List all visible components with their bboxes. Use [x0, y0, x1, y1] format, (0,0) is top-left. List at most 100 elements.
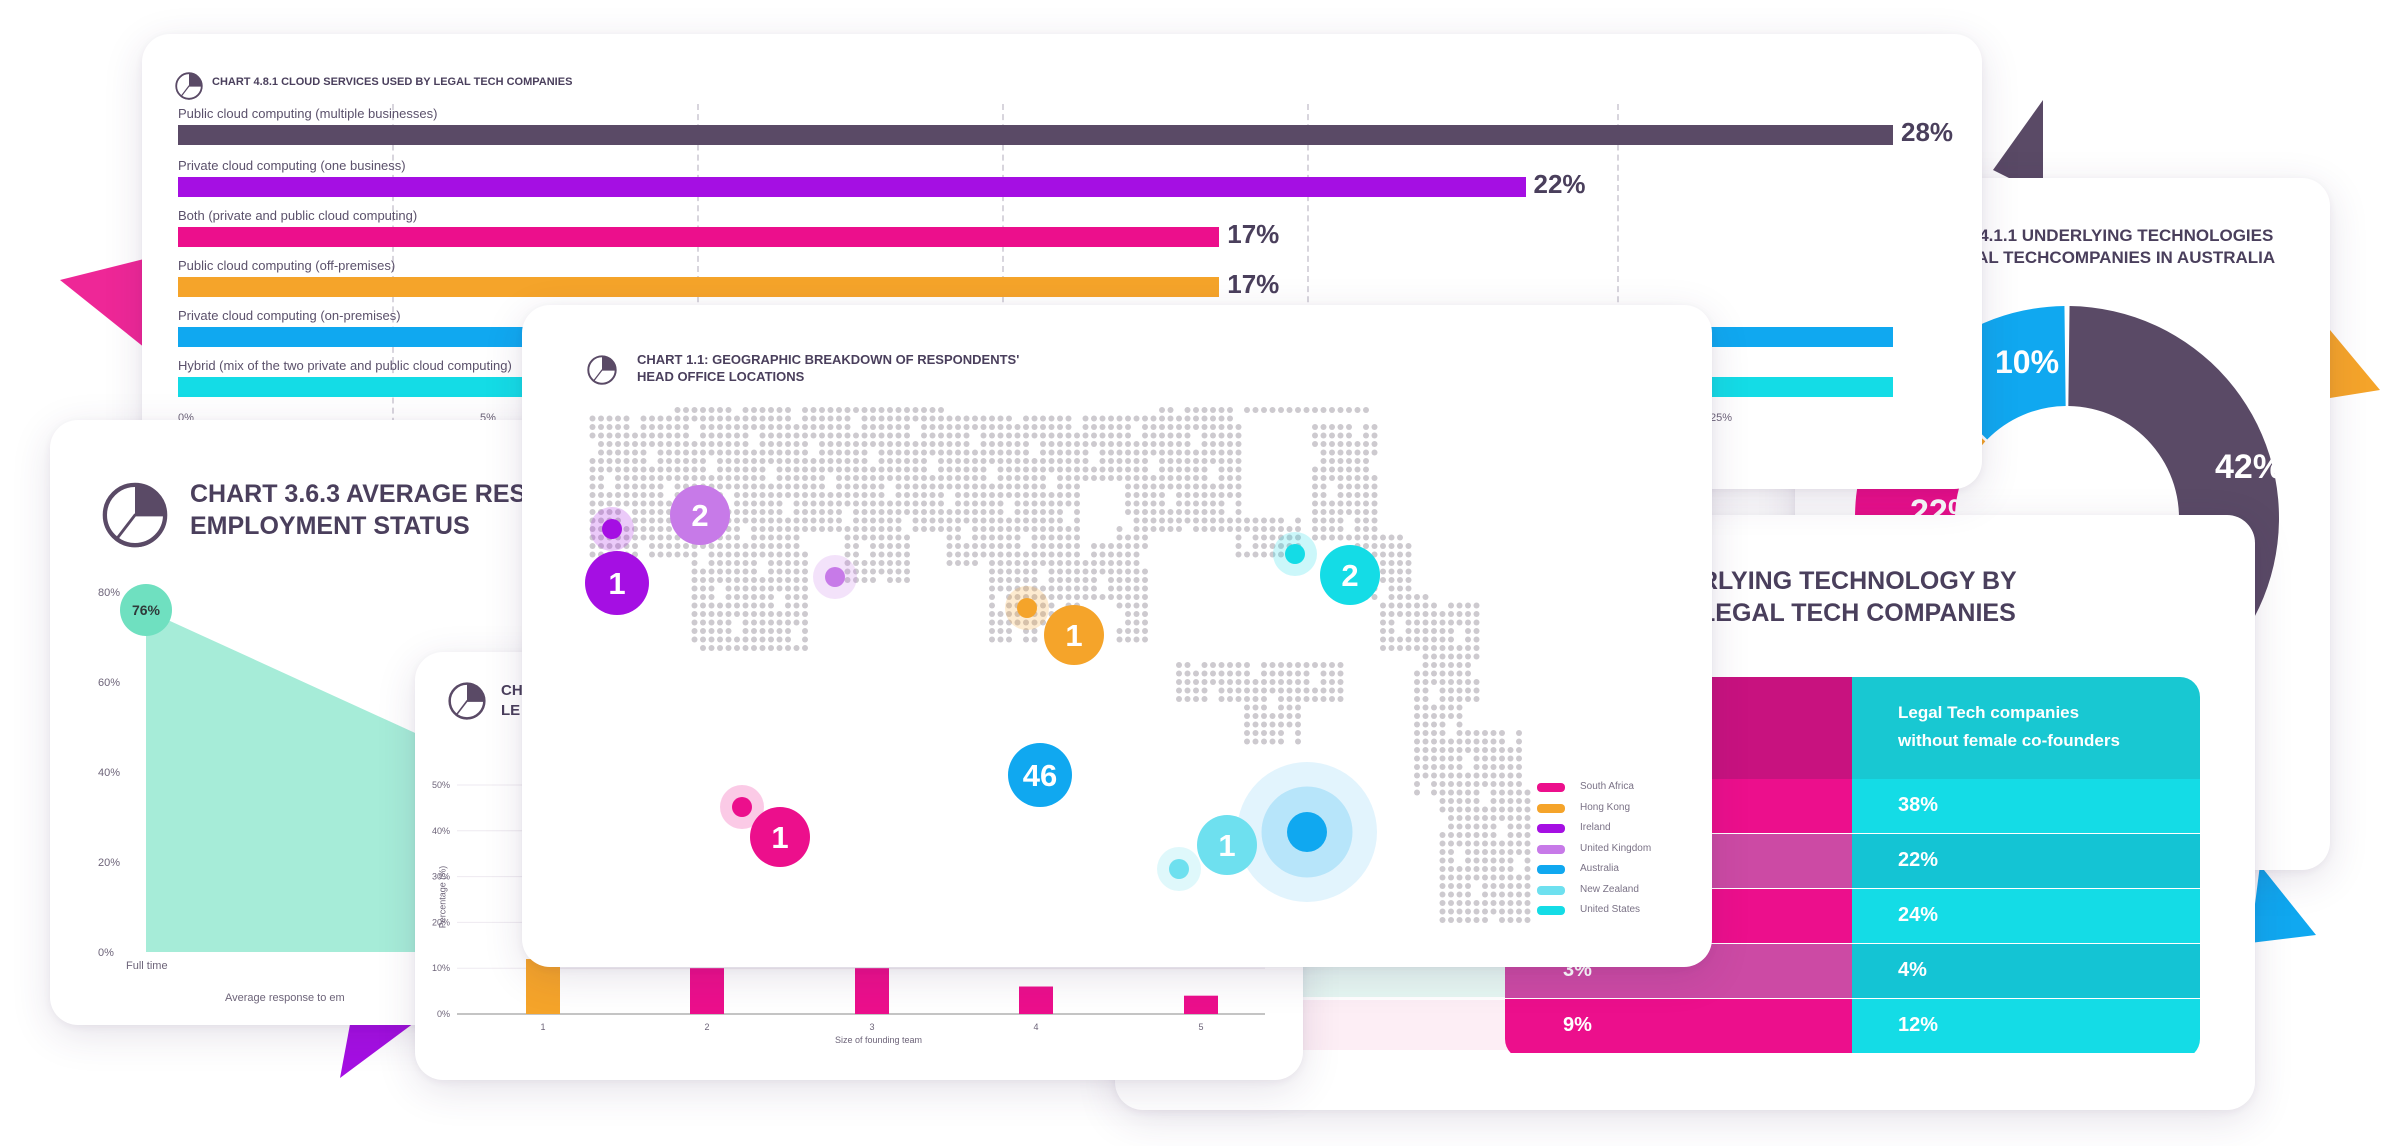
map-dot	[1329, 687, 1335, 694]
map-dot	[1252, 534, 1259, 541]
map-dot	[691, 407, 698, 413]
map-dot	[1167, 517, 1174, 524]
map-dot	[768, 449, 774, 456]
map-dot	[725, 407, 732, 413]
founding-xlabel: Size of founding team	[835, 1035, 923, 1045]
map-dot	[861, 560, 868, 566]
map-dot	[1040, 432, 1046, 439]
map-dot	[870, 432, 876, 439]
map-dot	[1448, 704, 1454, 711]
map-dot	[1116, 577, 1123, 583]
map-dot	[1312, 407, 1318, 413]
map-dot	[1125, 475, 1131, 481]
map-dot	[1244, 713, 1250, 719]
map-dot	[997, 509, 1004, 515]
map-dot	[1329, 534, 1335, 541]
map-dot	[1465, 815, 1471, 821]
map-dot	[589, 475, 596, 481]
map-dot	[1482, 823, 1488, 830]
cloud-bar	[178, 125, 1893, 145]
map-dot	[742, 594, 749, 600]
map-dot	[1244, 551, 1250, 558]
map-dot	[742, 585, 749, 592]
map-dot	[1201, 517, 1208, 524]
map-dot	[768, 407, 774, 413]
map-dot	[598, 432, 604, 439]
map-dot	[989, 432, 995, 439]
map-dot	[895, 466, 902, 473]
map-dot	[657, 500, 664, 507]
map-dot	[1082, 585, 1089, 592]
map-dot	[1269, 662, 1276, 668]
map-dot	[1006, 449, 1012, 456]
map-dot	[1363, 517, 1369, 524]
map-dot	[768, 645, 774, 651]
map-dot	[1023, 449, 1029, 456]
map-dot	[1473, 806, 1480, 813]
map-dot	[1184, 466, 1191, 473]
map-dot	[1524, 789, 1531, 796]
donut-label: 42%	[2215, 448, 2283, 486]
map-dot	[1057, 492, 1063, 498]
map-dot	[1278, 662, 1284, 668]
map-dot	[1142, 449, 1148, 456]
donut-label: 10%	[1995, 344, 2059, 380]
map-dot	[598, 458, 604, 464]
map-dot	[1329, 432, 1335, 439]
map-dot	[708, 636, 715, 643]
map-dot	[1439, 781, 1446, 787]
map-dot	[1499, 917, 1505, 923]
map-dot	[649, 534, 655, 541]
map-dot	[759, 526, 766, 532]
map-dot	[691, 585, 698, 592]
map-dot	[1354, 517, 1361, 524]
map-dot	[1507, 815, 1514, 821]
map-dot	[691, 466, 698, 473]
map-dot	[1125, 432, 1131, 439]
map-dot	[1473, 866, 1480, 872]
map-dot	[955, 492, 961, 498]
map-dot	[1048, 594, 1055, 600]
map-dot	[1397, 543, 1403, 549]
map-dot	[1133, 577, 1140, 583]
map-dot	[1482, 764, 1488, 770]
map-dot	[1244, 679, 1250, 685]
map-dot	[1482, 806, 1488, 813]
map-dot	[1516, 772, 1522, 779]
map-dot	[666, 432, 672, 439]
map-dot	[853, 466, 859, 473]
map-dot	[793, 424, 800, 430]
map-dot	[921, 432, 927, 439]
map-dot	[878, 441, 885, 447]
map-dot	[1014, 577, 1021, 583]
map-dot	[802, 492, 808, 498]
map-dot	[1295, 730, 1301, 736]
map-dot	[904, 407, 910, 413]
map-dot	[725, 560, 732, 566]
map-dot	[1176, 492, 1182, 498]
map-dot	[1082, 432, 1089, 439]
map-dot	[1431, 789, 1437, 796]
map-dot	[1439, 730, 1446, 736]
map-dot	[759, 551, 766, 558]
map-dot	[1235, 475, 1242, 481]
map-dot	[785, 441, 791, 447]
map-dot	[1456, 866, 1463, 872]
map-dot	[980, 441, 987, 447]
map-dot	[1218, 424, 1225, 430]
map-dot	[1261, 670, 1267, 677]
map-dot	[1091, 577, 1097, 583]
map-dot	[1133, 602, 1140, 609]
map-dot	[878, 560, 885, 566]
map-dot	[793, 645, 800, 651]
map-dot	[1006, 483, 1012, 490]
map-dot	[1159, 458, 1165, 464]
map-dot	[1456, 823, 1463, 830]
map-dot	[1490, 849, 1497, 855]
map-dot	[1414, 679, 1420, 685]
map-dot	[1346, 500, 1352, 507]
map-dot	[836, 475, 842, 481]
map-dot	[1431, 602, 1437, 609]
map-dot	[1295, 407, 1301, 413]
map-dot	[1082, 441, 1089, 447]
